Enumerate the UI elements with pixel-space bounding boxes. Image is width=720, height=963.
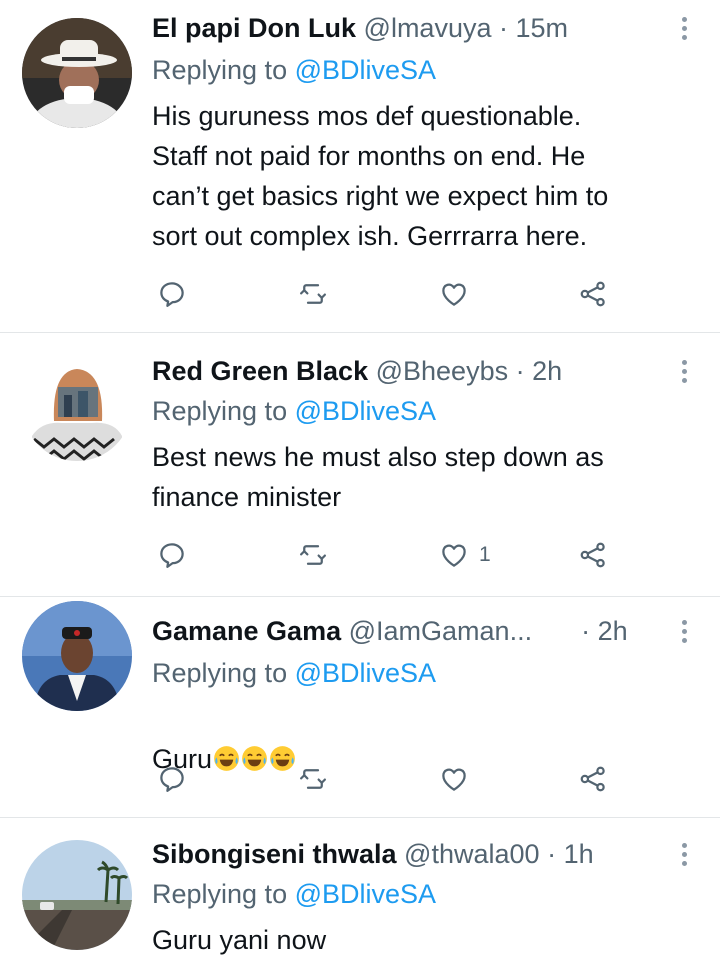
replying-prefix: Replying to xyxy=(152,396,288,426)
retweet-icon xyxy=(300,284,326,304)
tweet-header: Red Green Black @Bheeybs · 2h xyxy=(152,353,650,389)
retweet-button[interactable] xyxy=(298,761,328,797)
replying-prefix: Replying to xyxy=(152,658,288,688)
tweet-header: Gamane Gama @IamGaman... · 2h xyxy=(152,613,650,649)
tweet-text: Best news he must also step down as fina… xyxy=(152,442,604,512)
display-name[interactable]: El papi Don Luk xyxy=(152,13,356,43)
timestamp[interactable]: 2h xyxy=(532,356,562,386)
share-icon xyxy=(580,281,605,307)
replying-prefix: Replying to xyxy=(152,879,288,909)
more-options-icon[interactable] xyxy=(674,836,694,872)
tweet[interactable]: Sibongiseni thwala @thwala00 · 1h Replyi… xyxy=(0,818,720,963)
tweet[interactable]: Gamane Gama @IamGaman... · 2h Replying t… xyxy=(0,597,720,818)
share-button[interactable] xyxy=(578,276,608,312)
retweet-button[interactable] xyxy=(298,276,328,312)
replying-to: Replying to @BDliveSA xyxy=(152,52,436,88)
action-bar xyxy=(0,761,720,797)
separator-dot: · xyxy=(515,356,525,386)
avatar[interactable] xyxy=(22,601,132,711)
display-name[interactable]: Gamane Gama xyxy=(152,616,341,646)
like-icon xyxy=(442,544,466,567)
user-handle[interactable]: @lmavuya xyxy=(364,13,492,43)
more-options-icon[interactable] xyxy=(674,613,694,649)
mention-link[interactable]: @BDliveSA xyxy=(295,658,436,688)
reply-icon xyxy=(160,543,184,568)
tweet-text: Guru yani now xyxy=(152,925,327,955)
mention-link[interactable]: @BDliveSA xyxy=(295,396,436,426)
reply-icon xyxy=(160,282,184,307)
timestamp[interactable]: 2h xyxy=(598,616,628,646)
like-button[interactable]: 1 xyxy=(439,537,491,573)
display-name[interactable]: Sibongiseni thwala xyxy=(152,839,397,869)
share-button[interactable] xyxy=(578,537,608,573)
reply-button[interactable] xyxy=(157,761,187,797)
avatar[interactable] xyxy=(22,18,132,128)
like-count: 1 xyxy=(479,543,491,566)
replying-to: Replying to @BDliveSA xyxy=(152,393,436,429)
avatar[interactable] xyxy=(22,351,132,461)
replying-to: Replying to @BDliveSA xyxy=(152,655,436,691)
share-icon xyxy=(580,542,605,568)
display-name[interactable]: Red Green Black xyxy=(152,356,368,386)
like-button[interactable] xyxy=(439,276,469,312)
user-handle[interactable]: @IamGaman... xyxy=(349,616,532,646)
reply-icon xyxy=(160,767,184,792)
tweet-header: Sibongiseni thwala @thwala00 · 1h xyxy=(152,836,650,872)
retweet-button[interactable] xyxy=(298,537,328,573)
mention-link[interactable]: @BDliveSA xyxy=(295,879,436,909)
tweet[interactable]: El papi Don Luk @lmavuya · 15m Replying … xyxy=(0,0,720,333)
tweet-header: El papi Don Luk @lmavuya · 15m xyxy=(152,10,650,46)
tweet[interactable]: Red Green Black @Bheeybs · 2h Replying t… xyxy=(0,333,720,597)
like-icon xyxy=(442,768,466,791)
retweet-icon xyxy=(300,545,326,565)
tweet-text: His guruness mos def questionable. Staff… xyxy=(152,101,609,251)
share-icon xyxy=(580,766,605,792)
reply-button[interactable] xyxy=(157,276,187,312)
separator-dot: · xyxy=(499,13,508,43)
action-bar xyxy=(0,276,720,312)
more-options-icon[interactable] xyxy=(674,10,694,46)
like-button[interactable] xyxy=(439,761,469,797)
timestamp[interactable]: 15m xyxy=(516,13,569,43)
mention-link[interactable]: @BDliveSA xyxy=(295,55,436,85)
timestamp[interactable]: 1h xyxy=(564,839,594,869)
action-bar: 1 xyxy=(0,537,720,573)
replying-to: Replying to @BDliveSA xyxy=(152,876,436,912)
more-options-icon[interactable] xyxy=(674,353,694,389)
user-handle[interactable]: @thwala00 xyxy=(404,839,540,869)
retweet-icon xyxy=(300,769,326,789)
reply-button[interactable] xyxy=(157,537,187,573)
user-handle[interactable]: @Bheeybs xyxy=(376,356,508,386)
avatar[interactable] xyxy=(22,840,132,950)
replying-prefix: Replying to xyxy=(152,55,288,85)
separator-dot: · xyxy=(547,839,557,869)
separator-dot: · xyxy=(581,616,591,646)
share-button[interactable] xyxy=(578,761,608,797)
like-icon xyxy=(442,283,466,306)
